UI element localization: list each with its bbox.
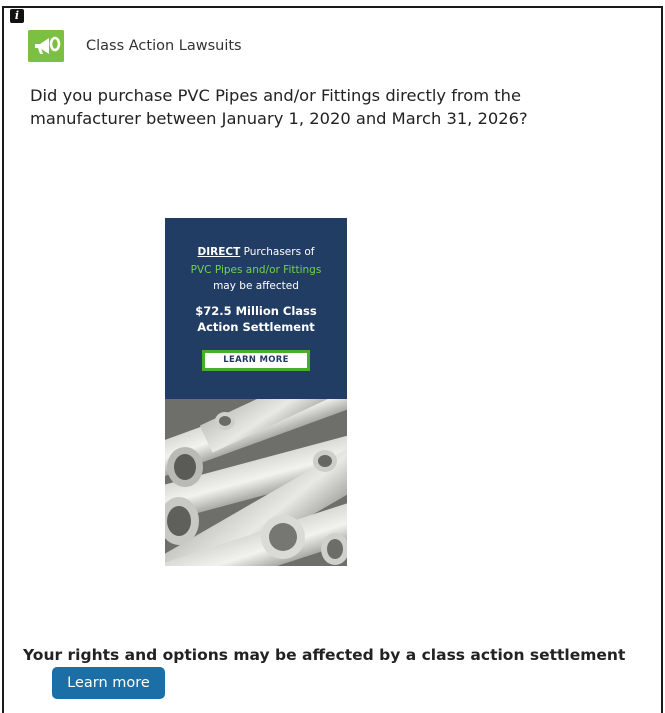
ad-headline[interactable]: Did you purchase PVC Pipes and/or Fittin… bbox=[30, 84, 610, 130]
ad-banner-direct: DIRECT bbox=[197, 246, 241, 258]
ad-banner-amount-line-2: Action Settlement bbox=[197, 320, 315, 334]
ad-banner-line-1-rest: Purchasers of bbox=[240, 246, 315, 258]
pvc-pipes-photo bbox=[165, 341, 347, 566]
ad-banner-line-2: PVC Pipes and/or Fittings bbox=[190, 264, 322, 276]
ad-banner-learn-more-button[interactable]: LEARN MORE bbox=[202, 350, 310, 371]
learn-more-button[interactable]: Learn more bbox=[52, 667, 165, 699]
ad-banner-image[interactable]: DIRECT Purchasers of PVC Pipes and/or Fi… bbox=[165, 218, 347, 566]
ad-banner-line-3: may be affected bbox=[213, 280, 299, 292]
info-icon[interactable]: i bbox=[10, 9, 24, 23]
megaphone-icon[interactable] bbox=[28, 30, 64, 62]
sponsor-name[interactable]: Class Action Lawsuits bbox=[86, 38, 242, 54]
ad-banner-line-1: DIRECT Purchasers of bbox=[165, 245, 347, 259]
ad-banner-amount-line-1: $72.5 Million Class bbox=[195, 304, 317, 318]
ad-description[interactable]: Your rights and options may be affected … bbox=[23, 646, 625, 664]
ad-banner-panel: DIRECT Purchasers of PVC Pipes and/or Fi… bbox=[165, 218, 347, 399]
